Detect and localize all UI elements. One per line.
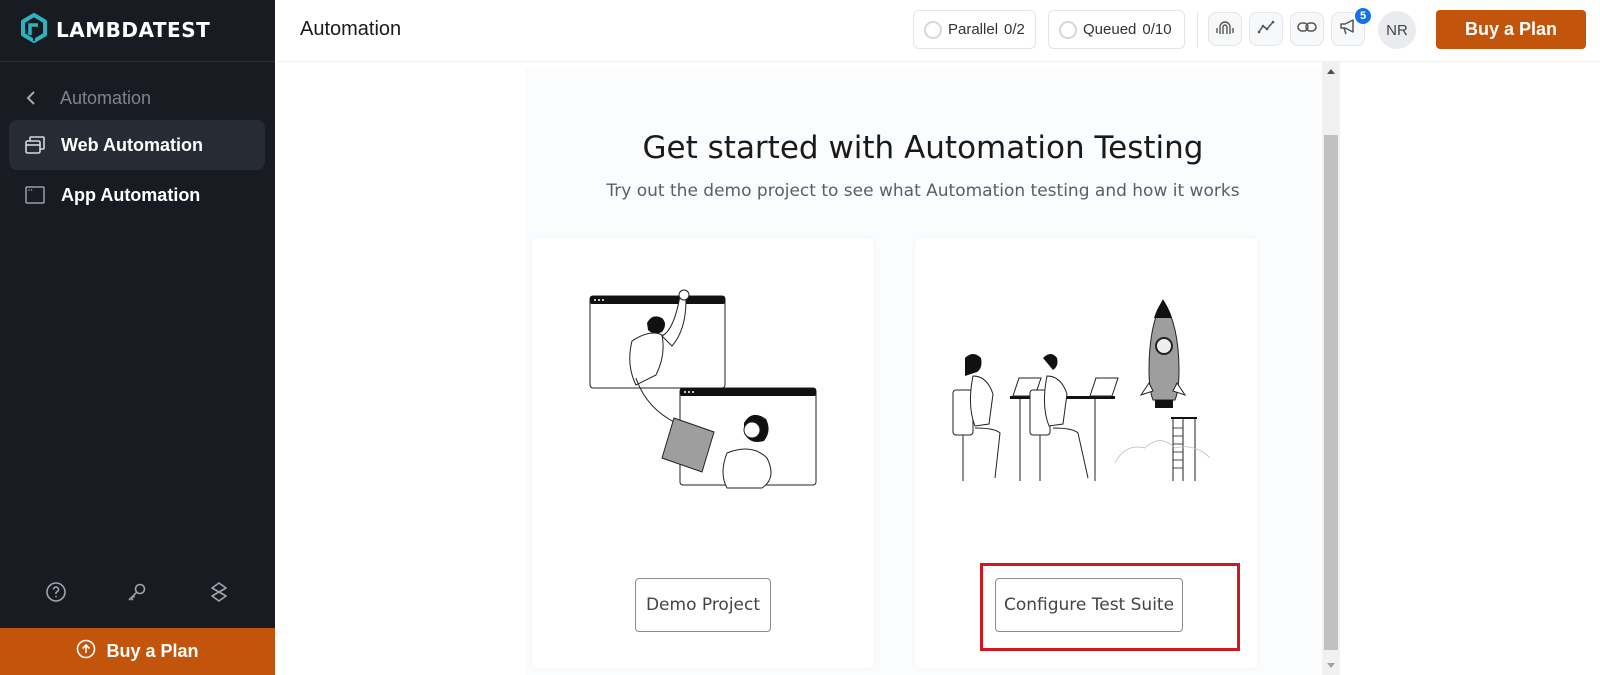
main-content: Get started with Automation Testing Try … <box>275 62 1325 675</box>
user-avatar[interactable]: NR <box>1378 11 1416 49</box>
sidebar-back-label: Automation <box>60 87 152 108</box>
scrollbar-thumb[interactable] <box>1324 135 1338 650</box>
parallel-label: Parallel <box>948 21 999 38</box>
hero-subtitle: Try out the demo project to see what Aut… <box>606 181 1240 201</box>
queued-status-chip[interactable]: Queued 0/10 <box>1048 10 1185 49</box>
header-buy-plan-button[interactable]: Buy a Plan <box>1436 10 1586 49</box>
sidebar-divider <box>0 61 275 62</box>
announcements-button[interactable]: 5 <box>1331 7 1372 46</box>
hero-title: Get started with Automation Testing <box>642 130 1204 166</box>
fingerprint-icon <box>1215 19 1235 40</box>
sidebar-buy-plan-button[interactable]: Buy a Plan <box>0 628 275 675</box>
queued-label: Queued <box>1083 21 1137 38</box>
lambdatest-logo-icon <box>20 12 48 48</box>
chevron-left-icon <box>24 91 38 105</box>
scroll-down-arrow-icon[interactable] <box>1322 657 1340 675</box>
browser-windows-icon <box>25 135 45 155</box>
file-handover-illustration <box>589 289 817 489</box>
page-title: Automation <box>300 18 402 40</box>
help-icon[interactable] <box>42 578 70 606</box>
app: LAMBDATEST Automation Web Automation App… <box>0 0 1600 675</box>
sidebar-bottom-icons <box>0 578 275 610</box>
megaphone-icon <box>1339 18 1357 40</box>
rocket-launch-team-illustration <box>952 299 1211 481</box>
demo-project-card: Demo Project <box>532 238 874 668</box>
parallel-value: 0/2 <box>1004 21 1025 38</box>
sidebar-item-web-automation[interactable]: Web Automation <box>9 120 265 170</box>
configure-test-suite-button[interactable]: Configure Test Suite <box>995 578 1183 632</box>
configure-test-suite-card: Configure Test Suite <box>915 238 1257 668</box>
analytics-button[interactable] <box>1249 12 1283 46</box>
parallel-progress-icon <box>924 20 942 39</box>
queued-progress-icon <box>1059 20 1077 39</box>
queued-value: 0/10 <box>1142 21 1172 38</box>
link-icon <box>1297 20 1317 39</box>
sidebar-item-label: Web Automation <box>61 134 203 155</box>
header-divider <box>1197 12 1198 48</box>
brand-name: LAMBDATEST <box>56 18 211 42</box>
link-button[interactable] <box>1290 12 1324 46</box>
sidebar-item-label: App Automation <box>61 184 201 205</box>
analytics-icon <box>1257 20 1275 39</box>
integration-icon[interactable] <box>205 578 233 606</box>
demo-project-button[interactable]: Demo Project <box>635 578 771 632</box>
sidebar: LAMBDATEST Automation Web Automation App… <box>0 0 275 675</box>
sidebar-back-link[interactable]: Automation <box>24 84 151 112</box>
fingerprint-button[interactable] <box>1208 12 1242 46</box>
getting-started-panel: Get started with Automation Testing Try … <box>525 68 1321 675</box>
sidebar-item-app-automation[interactable]: App Automation <box>9 170 265 220</box>
logo[interactable]: LAMBDATEST <box>20 12 211 48</box>
arrow-up-circle-icon <box>76 639 96 664</box>
notification-badge: 5 <box>1354 7 1372 25</box>
main-scrollbar[interactable] <box>1322 62 1340 675</box>
sidebar-buy-plan-label: Buy a Plan <box>106 641 199 661</box>
top-header: Automation Parallel 0/2 Queued 0/10 5 NR… <box>275 0 1600 62</box>
scroll-up-arrow-icon[interactable] <box>1322 62 1340 80</box>
app-window-icon <box>25 185 45 205</box>
parallel-status-chip[interactable]: Parallel 0/2 <box>913 10 1036 49</box>
key-icon[interactable] <box>123 578 151 606</box>
